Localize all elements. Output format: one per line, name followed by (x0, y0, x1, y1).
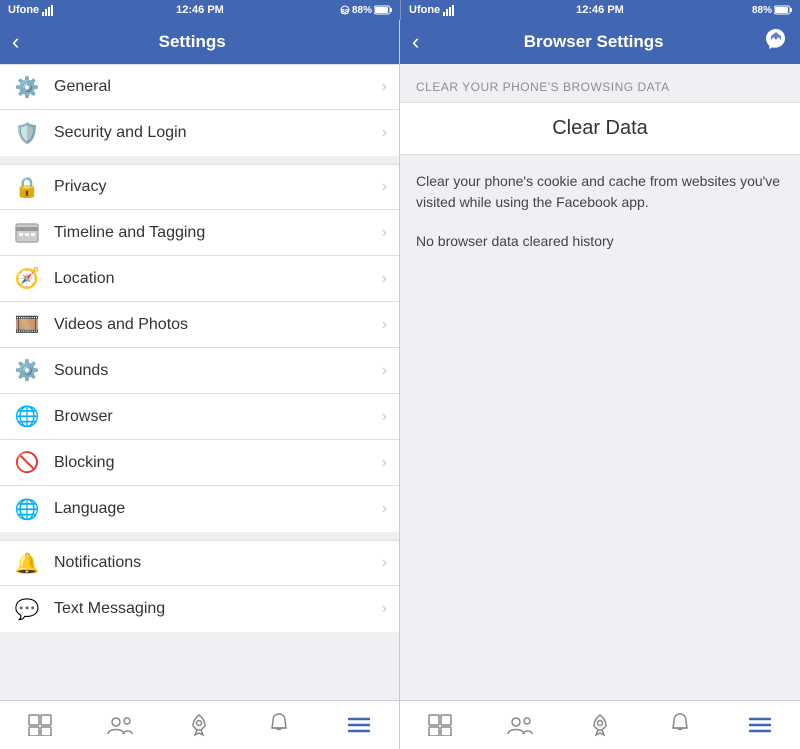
globe-icon: 🌐 (12, 402, 42, 432)
language-label: Language (54, 500, 382, 518)
tab-friends-left[interactable] (80, 701, 160, 749)
chevron-icon: › (382, 270, 387, 288)
tab-rocket-right[interactable] (560, 701, 640, 749)
chevron-icon: › (382, 500, 387, 518)
chevron-icon: › (382, 178, 387, 196)
location-label: Location (54, 270, 382, 288)
shield-icon: 🛡️ (12, 118, 42, 148)
tab-notifications-left[interactable] (239, 701, 319, 749)
right-content: CLEAR YOUR PHONE'S BROWSING DATA Clear D… (400, 64, 800, 700)
carrier-left: Ufone (8, 4, 39, 16)
chevron-icon: › (382, 362, 387, 380)
battery-left: 88% (352, 5, 372, 16)
settings-item-videos[interactable]: 🎞️ Videos and Photos › (0, 302, 399, 348)
tab-bar-right (400, 700, 800, 749)
time-left: 12:46 PM (176, 4, 224, 16)
right-nav-title: Browser Settings (423, 32, 764, 52)
bell-icon: 🔔 (12, 548, 42, 578)
chevron-icon: › (382, 124, 387, 142)
time-right: 12:46 PM (576, 4, 624, 16)
settings-item-browser[interactable]: 🌐 Browser › (0, 394, 399, 440)
section-notifications: 🔔 Notifications › 💬 Text Messaging › (0, 540, 399, 632)
settings-list: ⚙️ General › 🛡️ Security and Login › 🔒 P… (0, 64, 399, 700)
gear-icon: ⚙️ (12, 72, 42, 102)
section-header: CLEAR YOUR PHONE'S BROWSING DATA (400, 64, 800, 102)
settings-item-textmessaging[interactable]: 💬 Text Messaging › (0, 586, 399, 632)
lock-icon: 🔒 (12, 172, 42, 202)
calendar-icon (12, 218, 42, 248)
settings-item-blocking[interactable]: 🚫 Blocking › (0, 440, 399, 486)
chevron-icon: › (382, 454, 387, 472)
settings-item-location[interactable]: 🧭 Location › (0, 256, 399, 302)
left-nav-title: Settings (27, 32, 357, 52)
sounds-icon: ⚙️ (12, 356, 42, 386)
tab-menu-right[interactable] (720, 701, 800, 749)
settings-item-privacy[interactable]: 🔒 Privacy › (0, 164, 399, 210)
tab-notifications-right[interactable] (640, 701, 720, 749)
chevron-icon: › (382, 554, 387, 572)
clear-data-container: Clear Data (400, 102, 800, 155)
carrier-right: Ufone (409, 4, 440, 16)
svg-text:88: 88 (341, 9, 349, 15)
privacy-label: Privacy (54, 178, 382, 196)
status-bar-left: Ufone 12:46 PM 88 88% (0, 0, 400, 20)
right-nav-bar: ‹ Browser Settings (400, 20, 800, 64)
section-privacy: 🔒 Privacy › Timeline and Tag (0, 164, 399, 532)
sounds-label: Sounds (54, 362, 382, 380)
settings-item-sounds[interactable]: ⚙️ Sounds › (0, 348, 399, 394)
chevron-icon: › (382, 316, 387, 334)
section-general: ⚙️ General › 🛡️ Security and Login › (0, 64, 399, 156)
timeline-label: Timeline and Tagging (54, 224, 382, 242)
settings-item-notifications[interactable]: 🔔 Notifications › (0, 540, 399, 586)
browser-label: Browser (54, 408, 382, 426)
chat-icon: 💬 (12, 594, 42, 624)
settings-item-timeline[interactable]: Timeline and Tagging › (0, 210, 399, 256)
no-data-text: No browser data cleared history (400, 229, 800, 265)
blocking-label: Blocking (54, 454, 382, 472)
videos-label: Videos and Photos (54, 316, 382, 334)
security-label: Security and Login (54, 124, 382, 142)
settings-item-security[interactable]: 🛡️ Security and Login › (0, 110, 399, 156)
location-icon: 🧭 (12, 264, 42, 294)
right-panel: ‹ Browser Settings CLEAR YOUR PHONE'S BR… (400, 20, 800, 749)
settings-item-general[interactable]: ⚙️ General › (0, 64, 399, 110)
tab-friends-right[interactable] (480, 701, 560, 749)
textmessaging-label: Text Messaging (54, 600, 382, 618)
battery-right: 88% (752, 5, 772, 16)
back-button-left[interactable]: ‹ (12, 29, 19, 55)
clear-data-button[interactable]: Clear Data (552, 117, 648, 139)
tab-feed-right[interactable] (400, 701, 480, 749)
status-bar-right: Ufone 12:46 PM 88% (400, 0, 800, 20)
world-icon: 🌐 (12, 494, 42, 524)
left-nav-bar: ‹ Settings (0, 20, 399, 64)
chevron-icon: › (382, 408, 387, 426)
tab-rocket-left[interactable] (160, 701, 240, 749)
messenger-icon[interactable] (764, 27, 788, 57)
chevron-icon: › (382, 78, 387, 96)
chevron-icon: › (382, 600, 387, 618)
settings-item-language[interactable]: 🌐 Language › (0, 486, 399, 532)
back-button-right[interactable]: ‹ (412, 29, 419, 55)
chevron-icon: › (382, 224, 387, 242)
tab-feed-left[interactable] (0, 701, 80, 749)
general-label: General (54, 78, 382, 96)
tab-bar-left (0, 700, 399, 749)
notifications-label: Notifications (54, 554, 382, 572)
tab-menu-left[interactable] (319, 701, 399, 749)
left-panel: ‹ Settings ⚙️ General › 🛡️ Security and … (0, 20, 400, 749)
description-text: Clear your phone's cookie and cache from… (400, 155, 800, 229)
block-icon: 🚫 (12, 448, 42, 478)
film-icon: 🎞️ (12, 310, 42, 340)
